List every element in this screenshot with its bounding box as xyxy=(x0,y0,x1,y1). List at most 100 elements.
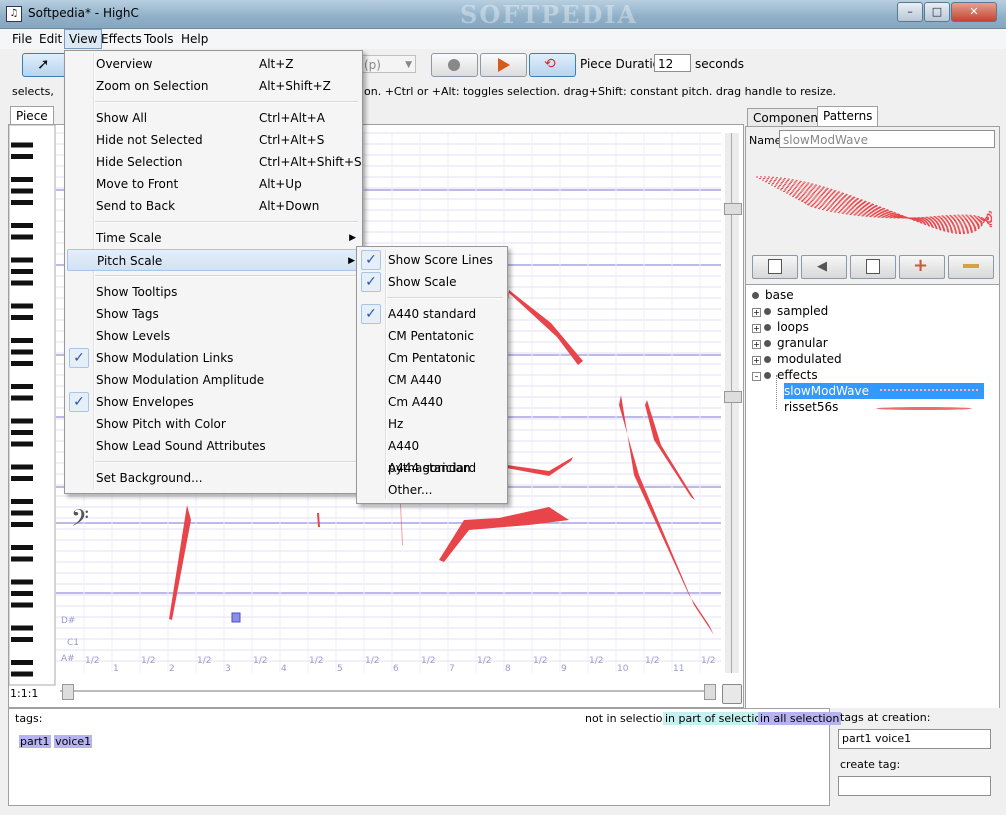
pattern-preview xyxy=(755,176,993,234)
tree-item-base[interactable]: base xyxy=(752,287,794,303)
view-menu-show-levels[interactable]: Show Levels xyxy=(67,325,360,347)
tags-at-creation-input[interactable]: part1 voice1 xyxy=(838,729,991,749)
pitch-menu-cm-pentatonic[interactable]: CM Pentatonic xyxy=(359,325,505,347)
view-menu-show-modulation-amplitude[interactable]: Show Modulation Amplitude xyxy=(67,369,360,391)
legend-not-in-selection: not in selection xyxy=(585,712,670,725)
vscroll-thumb[interactable] xyxy=(724,203,742,215)
menu-tools[interactable]: Tools xyxy=(140,30,178,48)
pattern-add-button[interactable]: + xyxy=(899,255,945,279)
play-button[interactable] xyxy=(480,53,527,77)
time-tick-label: 1/2 xyxy=(197,656,211,666)
checkmark-icon: ✓ xyxy=(69,348,89,368)
piano-black-key xyxy=(11,556,33,562)
corner-button[interactable] xyxy=(722,684,742,704)
menu-edit[interactable]: Edit xyxy=(35,30,66,48)
tree-item-granular[interactable]: + granular xyxy=(752,335,828,351)
view-menu-move-to-front[interactable]: Move to Front Alt+Up xyxy=(67,173,360,195)
pitch-menu-other[interactable]: Other... xyxy=(359,479,505,501)
menu-item-label: Pitch Scale xyxy=(97,254,163,268)
tree-item-slowmodwave[interactable]: slowModWave xyxy=(784,383,984,399)
view-menu-show-tags[interactable]: Show Tags xyxy=(67,303,360,325)
tag-voice1[interactable]: voice1 xyxy=(54,735,93,748)
view-menu-show-modulation-links[interactable]: ✓ Show Modulation Links xyxy=(67,347,360,369)
pattern-remove-button[interactable] xyxy=(948,255,994,279)
view-menu-show-tooltips[interactable]: Show Tooltips xyxy=(67,281,360,303)
view-menu-time-scale[interactable]: Time Scale ▶ xyxy=(67,227,360,249)
view-menu-overview[interactable]: Overview Alt+Z xyxy=(67,53,360,75)
hscroll-thumb-left[interactable] xyxy=(62,684,74,700)
pitch-menu-cm-pentatonic[interactable]: Cm Pentatonic xyxy=(359,347,505,369)
piece-duration-input[interactable]: 12 xyxy=(654,54,691,72)
pitch-menu-a440-standard[interactable]: ✓ A440 standard xyxy=(359,303,505,325)
piano-keyboard xyxy=(9,125,56,686)
note-block xyxy=(231,612,241,623)
score-hscroll[interactable] xyxy=(60,690,712,692)
view-menu-pitch-scale[interactable]: Pitch Scale ▶ xyxy=(67,249,360,271)
view-menu-show-envelopes[interactable]: ✓ Show Envelopes xyxy=(67,391,360,413)
menu-item-label: Show Modulation Links xyxy=(96,351,234,365)
menu-item-label: Send to Back xyxy=(96,199,176,213)
view-menu-set-background[interactable]: Set Background... xyxy=(67,467,360,489)
time-tick-label: 2 xyxy=(169,664,175,674)
menu-item-label: Show Tags xyxy=(96,307,159,321)
piano-black-key xyxy=(11,200,33,205)
loop-button[interactable]: ⟲ xyxy=(529,53,576,77)
pitch-menu-show-scale[interactable]: ✓ Show Scale xyxy=(359,271,505,293)
view-menu-zoom-on-selection[interactable]: Zoom on Selection Alt+Shift+Z xyxy=(67,75,360,97)
hscroll-thumb-right[interactable] xyxy=(704,684,716,700)
time-tick-label: 6 xyxy=(393,664,399,674)
minimize-button[interactable]: – xyxy=(897,2,923,22)
view-menu-show-lead-sound-attributes[interactable]: Show Lead Sound Attributes xyxy=(67,435,360,457)
menu-item-label: Hide Selection xyxy=(96,155,183,169)
time-tick-label: 1/2 xyxy=(85,656,99,666)
menu-help[interactable]: Help xyxy=(177,30,212,48)
close-button[interactable]: ✕ xyxy=(951,2,997,22)
pitch-menu-a444-standard[interactable]: A444 standard xyxy=(359,457,505,479)
view-menu-hide-selection[interactable]: Hide Selection Ctrl+Alt+Shift+S xyxy=(67,151,362,173)
pitch-menu-show-score-lines[interactable]: ✓ Show Score Lines xyxy=(359,249,505,271)
pitch-menu-hz[interactable]: Hz xyxy=(359,413,505,435)
vscroll-thumb-2[interactable] xyxy=(724,391,742,403)
tree-item-effects[interactable]: – effects xyxy=(752,367,818,383)
tree-item-sampled[interactable]: + sampled xyxy=(752,303,828,319)
view-menu-send-to-back[interactable]: Send to Back Alt+Down xyxy=(67,195,360,217)
expand-icon: + xyxy=(752,356,761,365)
pitch-menu-cm-a440[interactable]: Cm A440 xyxy=(359,391,505,413)
menu-item-label: Overview xyxy=(96,57,153,71)
view-menu-hide-not-selected[interactable]: Hide not Selected Ctrl+Alt+S xyxy=(67,129,360,151)
record-button[interactable] xyxy=(431,53,478,77)
view-menu-show-all[interactable]: Show All Ctrl+Alt+A xyxy=(67,107,360,129)
pattern-name-input[interactable]: slowModWave xyxy=(779,130,995,148)
expand-icon: + xyxy=(752,324,761,333)
view-menu-show-pitch-with-color[interactable]: Show Pitch with Color xyxy=(67,413,360,435)
checkmark-icon: ✓ xyxy=(361,272,381,292)
tab-patterns[interactable]: Patterns xyxy=(817,106,879,128)
menu-file[interactable]: File xyxy=(8,30,36,48)
pitch-menu-cm-a440[interactable]: CM A440 xyxy=(359,369,505,391)
tree-item-risset56s[interactable]: risset56s xyxy=(784,399,838,415)
select-tool-button[interactable]: ➚ xyxy=(22,53,68,77)
pattern-play-button[interactable]: ◀ xyxy=(801,255,847,279)
maximize-button[interactable]: □ xyxy=(924,2,950,22)
menu-item-label: Set Background... xyxy=(96,471,203,485)
pattern-new-button[interactable] xyxy=(850,255,896,279)
mode-select[interactable]: (p) ▼ xyxy=(360,55,416,73)
tags-panel: tags: not in selection in part of select… xyxy=(8,708,842,806)
menu-item-label: Zoom on Selection xyxy=(96,79,209,93)
menu-item-label: Other... xyxy=(388,483,433,497)
pattern-edit-button[interactable] xyxy=(752,255,798,279)
tree-item-modulated[interactable]: + modulated xyxy=(752,351,842,367)
tab-piece[interactable]: Piece xyxy=(10,106,54,126)
time-tick-label: 11 xyxy=(673,664,684,674)
pitch-menu-a440-pythagorician[interactable]: A440 pythagorician xyxy=(359,435,505,475)
piano-black-key xyxy=(11,154,33,159)
score-vscroll[interactable] xyxy=(724,133,742,673)
tree-item-loops[interactable]: + loops xyxy=(752,319,809,335)
menu-item-label: Show Scale xyxy=(388,275,457,289)
create-tag-input[interactable] xyxy=(838,776,991,796)
menu-effects[interactable]: Effects xyxy=(97,30,146,48)
piano-black-key xyxy=(11,280,33,286)
piano-black-key xyxy=(11,660,33,665)
piano-black-key xyxy=(11,418,33,424)
tag-part1[interactable]: part1 xyxy=(19,735,51,748)
